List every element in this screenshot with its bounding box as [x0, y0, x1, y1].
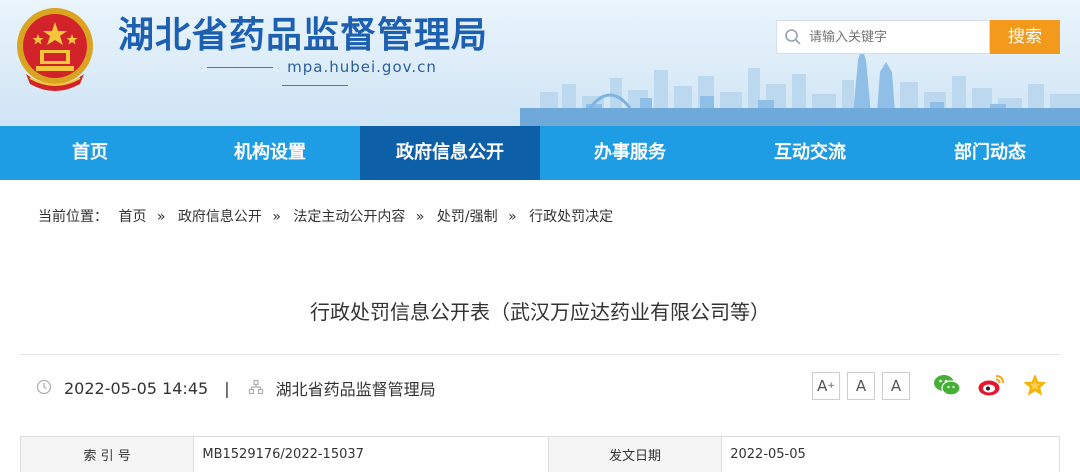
organization-icon: [248, 379, 266, 397]
breadcrumb-link-penalty[interactable]: 处罚/强制: [437, 209, 498, 225]
nav-item-news[interactable]: 部门动态: [900, 126, 1080, 180]
site-domain: mpa.hubei.gov.cn: [150, 58, 480, 94]
weibo-icon[interactable]: [976, 370, 1006, 400]
title-divider: [20, 354, 1060, 355]
main-nav: 首页 机构设置 政府信息公开 办事服务 互动交流 部门动态: [0, 126, 1080, 180]
index-number-label: 索 引 号: [19, 436, 195, 472]
nav-item-gov-info[interactable]: 政府信息公开: [360, 126, 540, 180]
article-meta: 2022-05-05 14:45 | 湖北省药品监督管理局: [36, 376, 436, 400]
font-large-letter: A: [817, 377, 828, 395]
table-row: 索 引 号 MB1529176/2022-15037 发文日期 2022-05-…: [19, 436, 1060, 472]
domain-text: mpa.hubei.gov.cn: [287, 58, 437, 76]
article-title: 行政处罚信息公开表（武汉万应达药业有限公司等）: [310, 300, 770, 324]
publish-datetime: 2022-05-05 14:45: [64, 378, 209, 398]
font-size-medium-button[interactable]: A: [847, 372, 875, 400]
site-header: 湖北省药品监督管理局 mpa.hubei.gov.cn 搜索: [0, 0, 1080, 126]
font-size-controls: A + A A: [812, 372, 917, 400]
font-size-small-button[interactable]: A: [882, 372, 910, 400]
nav-item-organization[interactable]: 机构设置: [180, 126, 360, 180]
search-icon: [777, 21, 809, 53]
breadcrumb-link-statutory[interactable]: 法定主动公开内容: [293, 209, 405, 225]
index-number-value: MB1529176/2022-15037: [193, 436, 549, 472]
breadcrumb: 当前位置： 首页 » 政府信息公开 » 法定主动公开内容 » 处罚/强制 » 行…: [38, 206, 619, 226]
breadcrumb-prefix: 当前位置：: [38, 209, 108, 225]
wechat-icon[interactable]: [932, 370, 962, 400]
breadcrumb-link-gov-info[interactable]: 政府信息公开: [178, 209, 262, 225]
breadcrumb-separator: »: [508, 209, 517, 225]
breadcrumb-link-home[interactable]: 首页: [118, 209, 146, 225]
share-buttons: [932, 370, 1064, 400]
issue-date-value: 2022-05-05: [721, 436, 1060, 472]
document-info-table: 索 引 号 MB1529176/2022-15037 发文日期 2022-05-…: [19, 436, 1060, 472]
site-title[interactable]: 湖北省药品监督管理局: [118, 6, 488, 58]
domain-left-rule: [207, 67, 274, 68]
clock-icon: [36, 379, 54, 397]
nav-item-home[interactable]: 首页: [0, 126, 180, 180]
publisher-name: 湖北省药品监督管理局: [275, 380, 436, 399]
meta-separator: |: [224, 378, 230, 398]
breadcrumb-separator: »: [415, 209, 425, 225]
font-large-plus: +: [827, 381, 835, 391]
breadcrumb-separator: »: [156, 209, 166, 225]
nav-item-interaction[interactable]: 互动交流: [720, 126, 900, 180]
search-button[interactable]: 搜索: [990, 20, 1060, 54]
national-emblem: [17, 8, 93, 91]
breadcrumb-separator: »: [272, 209, 281, 225]
font-size-large-button[interactable]: A +: [812, 372, 840, 400]
issue-date-label: 发文日期: [547, 436, 723, 472]
nav-item-services[interactable]: 办事服务: [540, 126, 720, 180]
favorite-icon[interactable]: [1020, 370, 1050, 400]
breadcrumb-link-decision[interactable]: 行政处罚决定: [529, 209, 613, 225]
search-box: [776, 20, 990, 54]
domain-right-rule: [282, 85, 348, 86]
search-input[interactable]: [809, 29, 979, 45]
